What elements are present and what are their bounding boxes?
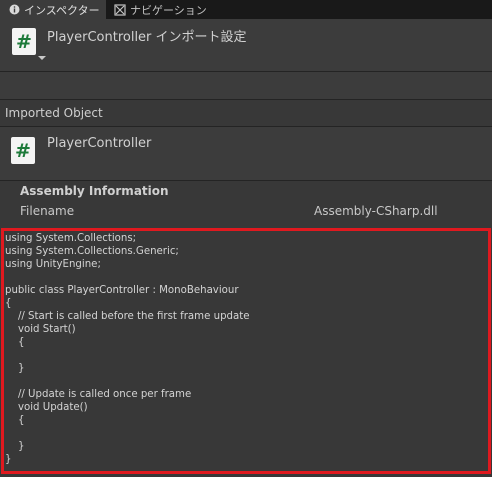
imported-object-name: PlayerController xyxy=(47,136,152,151)
chevron-down-icon[interactable] xyxy=(38,56,46,60)
filename-value: Assembly-CSharp.dll xyxy=(314,204,438,218)
tab-bar: インスペクター ナビゲーション xyxy=(0,0,492,19)
tab-label: インスペクター xyxy=(24,3,100,17)
script-preview[interactable]: using System.Collections; using System.C… xyxy=(1,228,491,474)
header-title: PlayerController インポート設定 xyxy=(47,30,247,45)
imported-object-label: Imported Object xyxy=(5,106,103,120)
assembly-info-title: Assembly Information xyxy=(20,184,169,198)
filename-label: Filename xyxy=(20,204,75,218)
tab-label: ナビゲーション xyxy=(130,3,207,17)
tab-navigation[interactable]: ナビゲーション xyxy=(106,0,210,19)
navigation-icon xyxy=(113,3,127,17)
csharp-script-icon[interactable]: # xyxy=(12,28,36,55)
imported-object-panel: # PlayerController xyxy=(0,126,492,181)
csharp-script-icon: # xyxy=(11,137,35,164)
script-source-code: using System.Collections; using System.C… xyxy=(5,233,250,465)
inspector-header: # PlayerController インポート設定 xyxy=(0,19,492,72)
tab-inspector[interactable]: インスペクター xyxy=(0,0,106,19)
import-settings-panel xyxy=(0,72,492,100)
info-icon xyxy=(7,3,21,17)
